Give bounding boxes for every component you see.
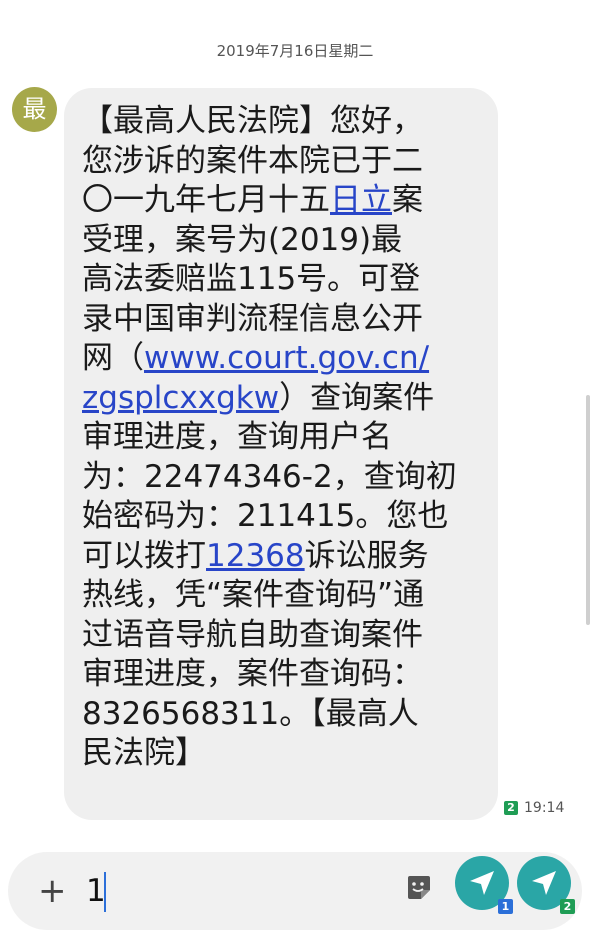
- message-fragment: 可以拨打: [82, 537, 206, 574]
- message-fragment: 〇一九年七月十五: [82, 182, 330, 218]
- message-line: 【最高人民法院】您好，: [82, 103, 423, 139]
- message-line: zgsplcxxgkw）查询案件: [82, 379, 484, 419]
- message-time: 19:14: [524, 800, 565, 816]
- scrollbar[interactable]: [586, 395, 590, 625]
- send-icon: [532, 871, 556, 895]
- sim-card-icon: 2: [504, 801, 518, 815]
- message-fragment: 案: [392, 182, 423, 218]
- message-fragment: ）查询案件: [279, 379, 435, 416]
- sim1-badge: 1: [498, 899, 513, 914]
- message-line: 为：22474346-2，查询初: [82, 458, 457, 495]
- send-icon: [470, 871, 494, 895]
- court-url-link[interactable]: www.court.gov.cn/: [144, 340, 429, 376]
- sticker-icon[interactable]: [403, 872, 433, 902]
- court-url-link-continued[interactable]: zgsplcxxgkw: [82, 380, 279, 416]
- message-line: 〇一九年七月十五日立案: [82, 181, 484, 221]
- message-line: 审理进度，案件查询码：: [82, 656, 423, 692]
- message-text: 【最高人民法院】您好， 您涉诉的案件本院已于二 〇一九年七月十五日立案 受理，案…: [82, 102, 484, 774]
- plus-icon[interactable]: +: [38, 874, 67, 908]
- composer-bar: + 1 2: [8, 852, 582, 930]
- date-link[interactable]: 日立: [330, 182, 392, 218]
- message-line: 可以拨打12368诉讼服务: [82, 537, 484, 577]
- message-line: 热线，凭“案件查询码”通: [82, 577, 425, 613]
- message-meta: 2 19:14: [504, 800, 564, 816]
- message-line: 网（www.court.gov.cn/: [82, 339, 484, 379]
- message-bubble[interactable]: 【最高人民法院】您好， 您涉诉的案件本院已于二 〇一九年七月十五日立案 受理，案…: [64, 88, 498, 820]
- message-line: 高法委赔监115号。可登: [82, 261, 421, 297]
- message-input[interactable]: [80, 866, 386, 916]
- message-line: 录中国审判流程信息公开: [82, 300, 423, 337]
- message-line: 受理，案号为(2019)最: [82, 221, 403, 258]
- sim2-badge: 2: [560, 899, 575, 914]
- message-line: 8326568311。【最高人: [82, 695, 419, 732]
- send-sim2-button[interactable]: 2: [517, 856, 575, 914]
- contact-avatar[interactable]: 最: [12, 87, 57, 132]
- message-fragment: 诉讼服务: [304, 537, 429, 574]
- message-line: 过语音导航自助查询案件: [82, 616, 423, 653]
- send-sim1-button[interactable]: 1: [455, 856, 513, 914]
- phone-link[interactable]: 12368: [206, 538, 305, 574]
- conversation-date: 2019年7月16日星期二: [216, 42, 374, 60]
- message-fragment: 网（: [82, 340, 144, 376]
- text-caret: [104, 872, 106, 912]
- message-line: 始密码为：211415。您也: [82, 498, 449, 534]
- message-line: 您涉诉的案件本院已于二: [82, 142, 423, 179]
- message-line: 民法院】: [82, 735, 206, 771]
- message-line: 审理进度，查询用户名: [82, 419, 392, 455]
